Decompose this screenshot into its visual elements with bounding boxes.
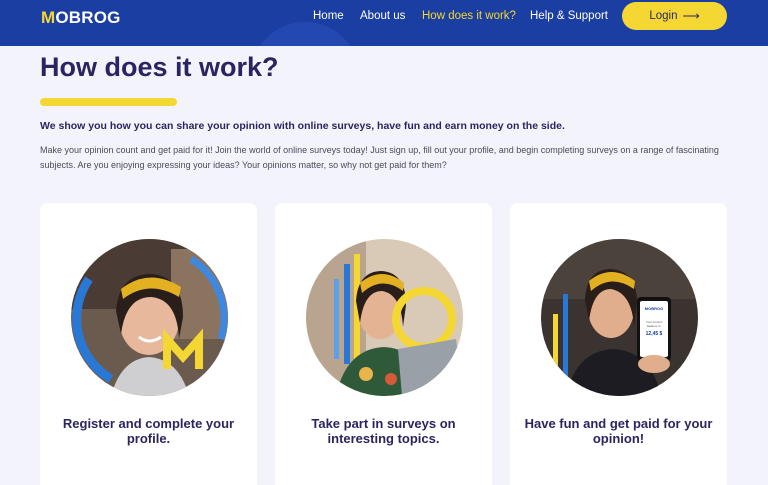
site-header: MOBROG Home About us How does it work? H…	[0, 0, 768, 46]
card-caption: Have fun and get paid for your opinion!	[524, 416, 713, 446]
phone-brand: MOBROG	[644, 306, 664, 311]
woman-laptop-photo	[306, 239, 463, 396]
nav-help-support[interactable]: Help & Support	[530, 9, 608, 23]
woman-smiling-photo	[71, 239, 228, 396]
lead-text: We show you how you can share your opini…	[40, 120, 565, 132]
header-decoration	[250, 22, 360, 46]
phone-balance-label: Your current balance is:	[645, 320, 663, 328]
woman-phone-photo: MOBROG Your current balance is: 12,45 $	[541, 239, 698, 396]
nav-how-does-it-work[interactable]: How does it work?	[422, 9, 516, 23]
card-caption: Register and complete your profile.	[62, 416, 235, 446]
step-card-surveys: Take part in surveys on interesting topi…	[275, 203, 492, 485]
arrow-right-icon: ⟶	[682, 9, 700, 23]
intro-text: Make your opinion count and get paid for…	[40, 145, 719, 170]
nav-home[interactable]: Home	[313, 9, 344, 23]
nav-about-us[interactable]: About us	[360, 9, 405, 23]
phone-screen: MOBROG Your current balance is: 12,45 $	[641, 303, 667, 353]
phone-balance: 12,45 $	[645, 331, 663, 337]
step-card-get-paid: MOBROG Your current balance is: 12,45 $ …	[510, 203, 727, 485]
page-title: How does it work?	[40, 52, 279, 82]
mobrog-logo[interactable]: MOBROG	[41, 8, 121, 28]
login-label: Login	[649, 10, 678, 22]
title-underline	[40, 98, 177, 106]
login-button[interactable]: Login ⟶	[622, 2, 727, 30]
step-card-register: Register and complete your profile.	[40, 203, 257, 485]
card-caption: Take part in surveys on interesting topi…	[311, 416, 456, 446]
